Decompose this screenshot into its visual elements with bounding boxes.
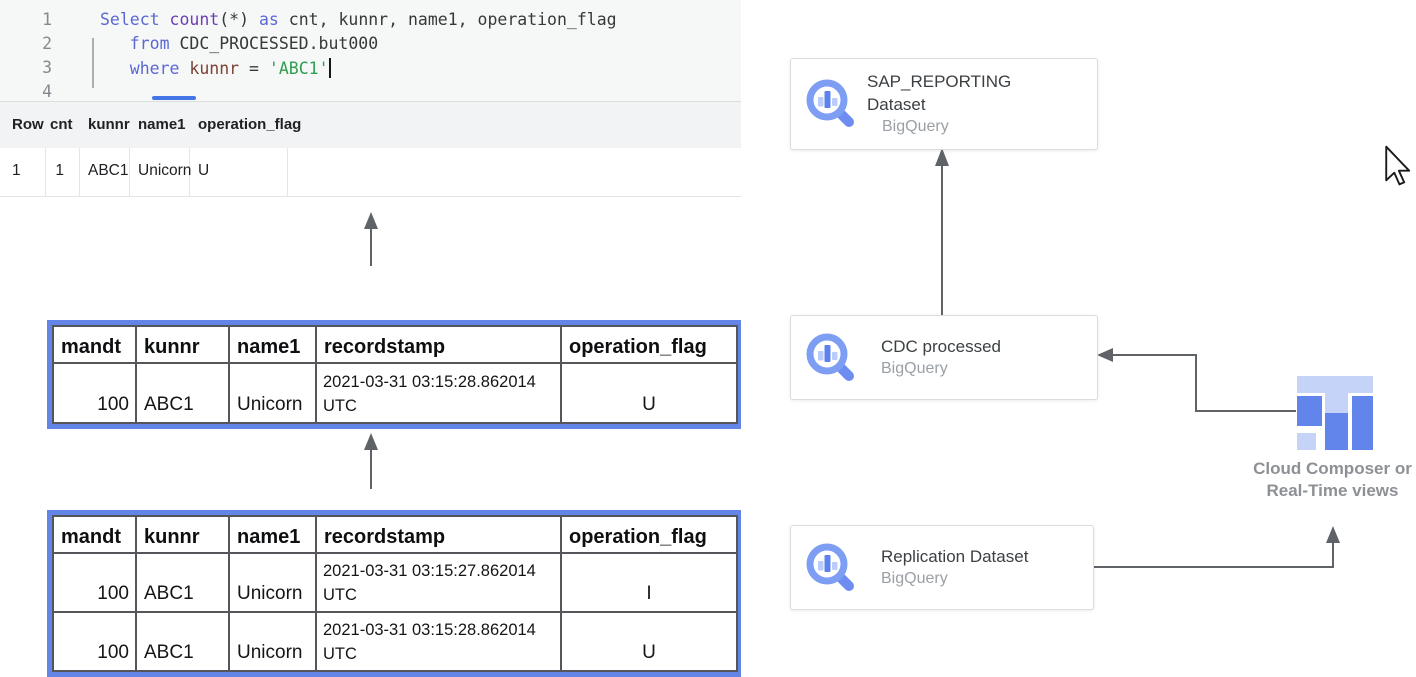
card-subtitle: BigQuery	[881, 568, 1028, 590]
header-name1: name1	[229, 326, 316, 363]
cdc-processed-table: mandt kunnr name1 recordstamp operation_…	[47, 320, 741, 429]
cloud-composer-icon	[1297, 376, 1373, 450]
column-divider	[129, 148, 130, 196]
composer-label-line1: Cloud Composer or	[1245, 458, 1416, 480]
composer-label: Cloud Composer or Real-Time views	[1245, 458, 1416, 502]
cdc-processed-card: CDC processed BigQuery	[790, 315, 1098, 400]
arrowhead	[935, 148, 949, 166]
line-number: 4	[0, 82, 52, 101]
header-kunnr: kunnr	[136, 326, 229, 363]
results-header-row: Row cnt kunnr name1 operation_flag	[0, 102, 741, 149]
line-number: 3	[0, 58, 52, 77]
cell-cnt: 1	[36, 162, 64, 180]
sql-keyword: where	[100, 59, 179, 78]
table-header-row: mandt kunnr name1 recordstamp operation_…	[53, 516, 737, 553]
cell-name1: Unicorn	[138, 162, 191, 180]
card-title: Replication Dataset	[881, 545, 1028, 568]
header-operation-flag: operation_flag	[561, 516, 737, 553]
arrowhead	[364, 433, 378, 450]
mouse-cursor	[1384, 145, 1412, 191]
bigquery-icon	[803, 330, 859, 386]
text-caret	[329, 58, 331, 78]
arrowhead	[1097, 348, 1113, 362]
bigquery-icon	[803, 76, 859, 132]
cell-operation-flag: I	[561, 553, 737, 612]
active-tab-indicator	[152, 96, 196, 100]
line-number: 1	[0, 10, 52, 29]
column-header-kunnr: kunnr	[88, 116, 130, 133]
header-mandt: mandt	[53, 516, 136, 553]
column-header-row: Row	[12, 116, 44, 133]
cell-mandt: 100	[53, 553, 136, 612]
cell-operation-flag: U	[561, 363, 737, 423]
replication-dataset-card: Replication Dataset BigQuery	[790, 525, 1094, 610]
header-kunnr: kunnr	[136, 516, 229, 553]
header-recordstamp: recordstamp	[316, 326, 561, 363]
column-header-name1: name1	[138, 116, 186, 133]
card-subtitle: BigQuery	[881, 358, 1001, 380]
column-header-operation-flag: operation_flag	[198, 116, 301, 133]
header-name1: name1	[229, 516, 316, 553]
sql-function: count	[170, 10, 220, 29]
cell-kunnr: ABC1	[136, 553, 229, 612]
table-header-row: mandt kunnr name1 recordstamp operation_…	[53, 326, 737, 363]
cell-mandt: 100	[53, 612, 136, 671]
sql-text: cnt, kunnr, name1, operation_flag	[279, 10, 617, 29]
bigquery-icon	[803, 540, 859, 596]
column-divider	[287, 148, 288, 196]
sql-identifier: kunnr	[189, 59, 239, 78]
cell-row-number: 1	[12, 162, 21, 180]
sql-keyword: as	[259, 10, 279, 29]
card-subtitle: BigQuery	[882, 116, 1037, 138]
card-title: SAP_REPORTING Dataset	[867, 70, 1037, 116]
cell-recordstamp: 2021-03-31 03:15:27.862014 UTC	[316, 553, 561, 612]
cell-operation-flag: U	[561, 612, 737, 671]
arrowhead	[364, 212, 378, 229]
header-recordstamp: recordstamp	[316, 516, 561, 553]
cell-operation-flag: U	[198, 162, 209, 180]
sql-text: =	[239, 59, 269, 78]
header-mandt: mandt	[53, 326, 136, 363]
arrowhead	[1326, 526, 1340, 543]
table-row: 100 ABC1 Unicorn 2021-03-31 03:15:27.862…	[53, 553, 737, 612]
cell-name1: Unicorn	[229, 612, 316, 671]
sql-keyword: Select	[100, 10, 170, 29]
arrow-composer-to-cdc	[1112, 355, 1296, 411]
cell-recordstamp: 2021-03-31 03:15:28.862014 UTC	[316, 612, 561, 671]
code-line-2[interactable]: from CDC_PROCESSED.but000	[100, 34, 378, 53]
cell-mandt: 100	[53, 363, 136, 423]
cell-kunnr: ABC1	[136, 612, 229, 671]
sql-text: (*)	[219, 10, 259, 29]
table-row: 100 ABC1 Unicorn 2021-03-31 03:15:28.862…	[53, 363, 737, 423]
sql-query-editor[interactable]: 1 2 3 4 Select count(*) as cnt, kunnr, n…	[0, 0, 741, 102]
sap-reporting-dataset-card: SAP_REPORTING Dataset BigQuery	[790, 58, 1098, 150]
header-operation-flag: operation_flag	[561, 326, 737, 363]
indent-guide	[92, 38, 94, 88]
replication-table: mandt kunnr name1 recordstamp operation_…	[47, 510, 741, 677]
column-header-cnt: cnt	[50, 116, 73, 133]
table-row: 100 ABC1 Unicorn 2021-03-31 03:15:28.862…	[53, 612, 737, 671]
cell-kunnr: ABC1	[88, 162, 129, 180]
column-divider	[79, 148, 80, 196]
line-number: 2	[0, 34, 52, 53]
cell-kunnr: ABC1	[136, 363, 229, 423]
cell-recordstamp: 2021-03-31 03:15:28.862014 UTC	[316, 363, 561, 423]
sql-text: CDC_PROCESSED.but000	[170, 34, 379, 53]
sql-keyword: from	[100, 34, 170, 53]
card-title: CDC processed	[881, 335, 1001, 358]
code-line-3[interactable]: where kunnr = 'ABC1'	[100, 58, 331, 78]
cell-name1: Unicorn	[229, 363, 316, 423]
sql-string: 'ABC1'	[269, 59, 329, 78]
cell-name1: Unicorn	[229, 553, 316, 612]
results-data-row: 1 1 ABC1 Unicorn U	[0, 148, 741, 197]
sql-text	[179, 59, 189, 78]
code-line-1[interactable]: Select count(*) as cnt, kunnr, name1, op…	[100, 10, 617, 29]
composer-label-line2: Real-Time views	[1245, 480, 1416, 502]
arrow-replication-to-composer	[1092, 543, 1333, 567]
